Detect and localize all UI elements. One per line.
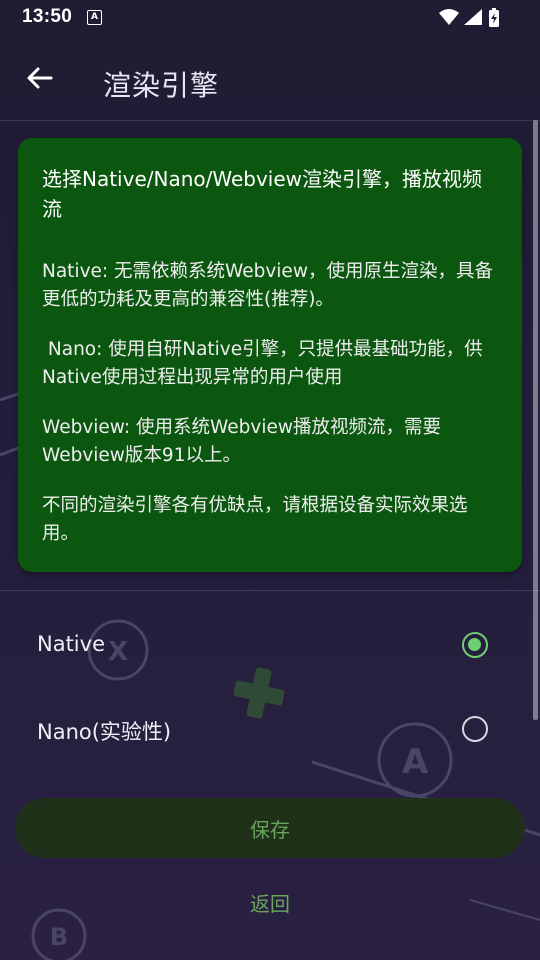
radio-nano-unchecked[interactable] bbox=[462, 716, 488, 742]
radio-native-checked[interactable] bbox=[462, 632, 488, 658]
page-title: 渲染引擎 bbox=[103, 69, 220, 102]
status-icons bbox=[439, 8, 499, 27]
wifi-icon bbox=[439, 9, 459, 25]
option-label-native: Native bbox=[37, 632, 105, 656]
card-heading: 选择Native/Nano/Webview渲染引擎，播放视频流 bbox=[42, 167, 483, 221]
divider bbox=[0, 590, 540, 591]
option-label-nano: Nano(实验性) bbox=[37, 720, 172, 744]
screen: X A B 13:50 A 渲染引擎 选择Native/Nano/Webview… bbox=[0, 0, 540, 960]
nano-description: Nano: 使用自研Native引擎，只提供最基础功能，供Native使用过程出… bbox=[42, 339, 483, 388]
option-native[interactable]: Native bbox=[0, 614, 540, 684]
status-bar: 13:50 A bbox=[0, 0, 540, 34]
battery-charging-icon bbox=[489, 8, 499, 27]
notification-a-icon: A bbox=[87, 10, 102, 25]
app-bar: 渲染引擎 bbox=[0, 34, 540, 121]
scrollbar[interactable] bbox=[533, 120, 538, 720]
native-description: Native: 无需依赖系统Webview，使用原生渲染，具备更低的功耗及更高的… bbox=[42, 261, 493, 310]
b-button-decoration-icon: B bbox=[31, 908, 87, 960]
webview-description: Webview: 使用系统Webview播放视频流，需要Webview版本91以… bbox=[42, 417, 441, 466]
engine-info-card: 选择Native/Nano/Webview渲染引擎，播放视频流 Native: … bbox=[18, 138, 522, 572]
return-button[interactable]: 返回 bbox=[0, 888, 540, 917]
option-nano[interactable]: Nano(实验性) bbox=[0, 698, 540, 768]
b-letter: B bbox=[50, 923, 68, 951]
choose-tip: 不同的渲染引擎各有优缺点，请根据设备实际效果选用。 bbox=[42, 495, 468, 544]
signal-icon bbox=[464, 9, 482, 25]
status-time: 13:50 bbox=[22, 6, 73, 27]
arrow-left-icon[interactable] bbox=[24, 62, 56, 94]
save-button[interactable]: 保存 bbox=[15, 798, 525, 858]
